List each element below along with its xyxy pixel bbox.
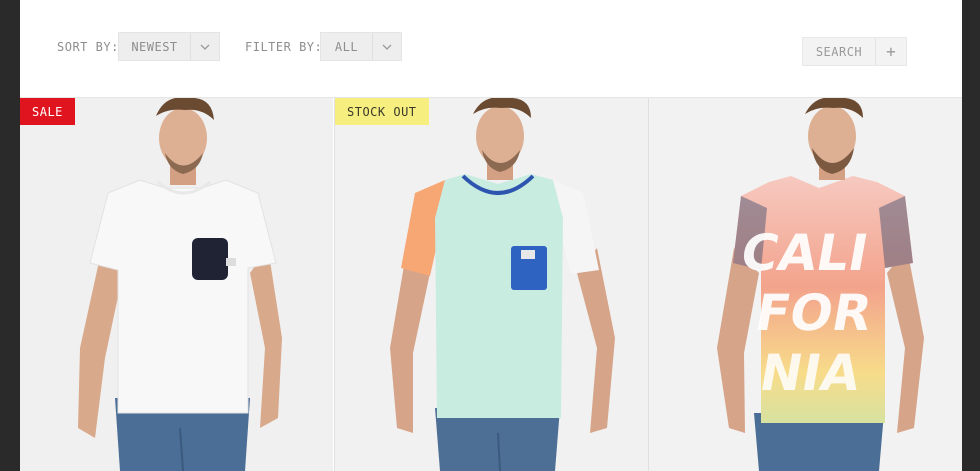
product-card[interactable]: SALE [20,98,333,471]
svg-text:CALI: CALI [737,223,873,282]
stock-out-badge: STOCK OUT [335,98,429,125]
filter-by-label: FILTER BY: [245,40,323,54]
product-grid: SALE STOCK OUT CALI FOR NIA [20,98,962,471]
chevron-down-icon [190,33,219,60]
plus-icon: + [875,38,906,65]
filter-select-value: ALL [334,39,359,54]
filter-select[interactable]: ALL [320,32,402,61]
catalog-frame: SORT BY: NEWEST FILTER BY: ALL SEARCH + … [20,0,962,471]
product-image: CALI FOR NIA [649,98,962,471]
product-image [335,98,648,471]
search-button[interactable]: SEARCH + [802,37,907,66]
product-card[interactable]: STOCK OUT [334,98,648,471]
product-card[interactable]: CALI FOR NIA [648,98,962,471]
filter-toolbar: SORT BY: NEWEST FILTER BY: ALL SEARCH + [20,0,962,98]
sort-by-label: SORT BY: [57,40,119,54]
search-button-label: SEARCH [815,44,863,59]
sort-select[interactable]: NEWEST [118,32,220,61]
sort-select-value: NEWEST [131,39,178,54]
svg-text:NIA: NIA [755,343,864,402]
chevron-down-icon [372,33,401,60]
product-image [20,98,333,471]
sale-badge: SALE [20,98,75,125]
svg-text:FOR: FOR [751,283,876,342]
